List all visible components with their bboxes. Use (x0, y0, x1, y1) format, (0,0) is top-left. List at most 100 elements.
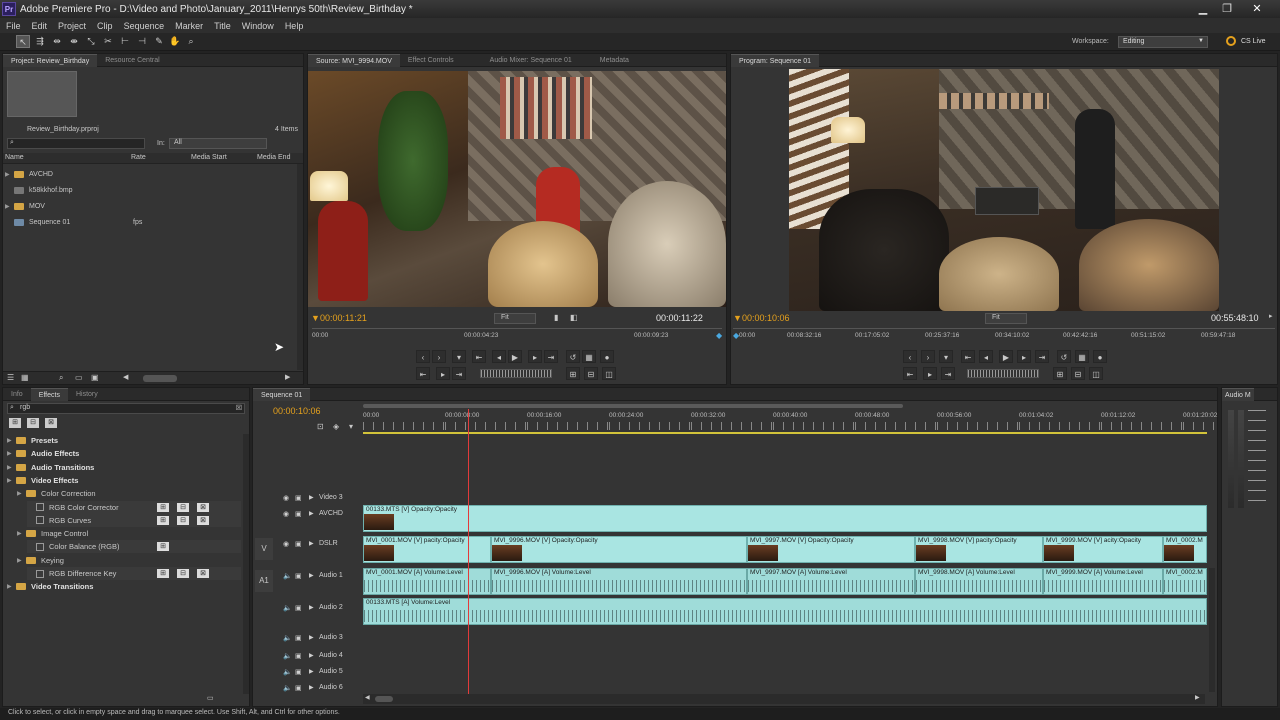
tab-resource-central[interactable]: Resource Central (97, 54, 167, 67)
col-media-start[interactable]: Media Start (191, 154, 227, 161)
source-export-icon[interactable]: ◧ (570, 313, 578, 322)
source-video-frame[interactable] (308, 71, 726, 307)
minimize-icon[interactable]: ▁ (1192, 2, 1214, 16)
program-playhead-icon[interactable]: ◆ (733, 331, 739, 340)
jog-shuttle[interactable] (967, 369, 1039, 378)
lock-icon[interactable]: ▣ (295, 668, 309, 676)
step-back-button[interactable]: ◂ (979, 350, 993, 363)
razor-tool-icon[interactable]: ✂ (101, 35, 115, 48)
new-bin-icon[interactable]: ▭ (75, 373, 83, 382)
expand-triangle-icon[interactable]: ▶ (309, 494, 319, 501)
program-settings-icon[interactable]: ▸ (1269, 312, 1273, 320)
menu-project[interactable]: Project (58, 21, 86, 31)
project-search-input[interactable]: ⌕ (7, 138, 145, 149)
output-button[interactable]: ● (600, 350, 614, 363)
scroll-right-icon[interactable]: ▶ (1195, 694, 1200, 701)
track-header[interactable]: 🔈 ▣ ▶ Audio 2 (283, 600, 367, 615)
mark-in-button[interactable]: ‹ (416, 350, 430, 363)
timeline-clip[interactable]: MVI_0001.MOV [V] pacity:Opacity (363, 536, 491, 563)
rate-stretch-tool-icon[interactable]: ⤡ (84, 35, 98, 48)
source-settings-icon[interactable]: ▮ (554, 313, 558, 322)
tab-source[interactable]: Source: MVI_9994.MOV (308, 53, 400, 67)
timeline-clip[interactable]: MVI_0002.M (1163, 536, 1207, 563)
zoom-tool-icon[interactable]: ⌕ (184, 35, 198, 48)
new-item-icon[interactable]: ▣ (91, 373, 99, 382)
accelerated-effects-icon[interactable]: ⊞ (9, 418, 21, 428)
eye-icon[interactable]: 🔈 (283, 668, 295, 676)
source-time-ruler[interactable]: 00:00 00:00:04:23 00:00:09:23 ◆ (312, 328, 722, 344)
scroll-right-icon[interactable]: ▶ (285, 373, 290, 381)
track-header[interactable]: ◉ ▣ ▶ DSLR (283, 536, 367, 551)
effects-tree-item[interactable]: ▶ Color Correction (17, 487, 241, 500)
lock-icon[interactable]: ▣ (295, 540, 309, 548)
set-marker-button[interactable]: ▾ (452, 350, 466, 363)
clear-search-icon[interactable]: ☒ (236, 404, 242, 412)
video-target-label[interactable]: V (255, 538, 273, 560)
effects-tree-item[interactable]: ▶ Audio Transitions (7, 461, 241, 474)
project-scrollbar[interactable] (297, 164, 303, 370)
ripple-edit-tool-icon[interactable]: ⇹ (50, 35, 64, 48)
menu-edit[interactable]: Edit (32, 21, 48, 31)
timeline-timecode[interactable]: 00:00:10:06 (273, 406, 321, 416)
extract-button[interactable]: ⊟ (1071, 367, 1085, 380)
tab-project[interactable]: Project: Review_Birthday (3, 53, 98, 67)
track-header[interactable]: 🔈 ▣ ▶ Audio 3 (283, 630, 367, 645)
eye-icon[interactable]: 🔈 (283, 684, 295, 692)
timeline-clip[interactable]: MVI_9997.MOV [V] Opacity:Opacity (747, 536, 915, 563)
expand-triangle-icon[interactable]: ▶ (17, 490, 26, 497)
jog-shuttle[interactable] (480, 369, 552, 378)
lock-icon[interactable]: ▣ (295, 634, 309, 642)
tab-effect-controls[interactable]: Effect Controls (400, 54, 462, 67)
timeline-clip[interactable]: MVI_9999.MOV [V] acity:Opacity (1043, 536, 1163, 563)
effects-tree-item[interactable]: ▶ Image Control (17, 527, 241, 540)
list-item[interactable]: ▶ AVCHD (5, 168, 53, 180)
play-in-to-out-button[interactable]: ▸ (436, 367, 450, 380)
pen-tool-icon[interactable]: ✎ (152, 35, 166, 48)
menu-help[interactable]: Help (285, 21, 304, 31)
tab-program[interactable]: Program: Sequence 01 (731, 53, 819, 67)
track-header[interactable]: 🔈 ▣ ▶ Audio 6 (283, 680, 367, 695)
expand-triangle-icon[interactable]: ▶ (7, 450, 16, 457)
menu-window[interactable]: Window (242, 21, 274, 31)
expand-triangle-icon[interactable]: ▶ (7, 583, 16, 590)
col-rate[interactable]: Rate (131, 154, 146, 161)
menu-marker[interactable]: Marker (175, 21, 203, 31)
menu-file[interactable]: File (6, 21, 21, 31)
list-view-icon[interactable]: ☰ (7, 373, 14, 382)
step-back-button[interactable]: ◂ (492, 350, 506, 363)
expand-triangle-icon[interactable]: ▶ (309, 684, 319, 691)
safe-margins-button[interactable]: ▦ (582, 350, 596, 363)
slide-tool-icon[interactable]: ⊣ (135, 35, 149, 48)
expand-triangle-icon[interactable]: ▶ (309, 572, 319, 579)
go-to-out-button[interactable]: ⇥ (1035, 350, 1049, 363)
col-name[interactable]: Name (5, 154, 24, 161)
timeline-ruler[interactable]: 00:00 00:00:08:00 00:00:16:00 00:00:24:00 00… (363, 404, 1265, 436)
col-media-end[interactable]: Media End (257, 154, 290, 161)
effects-tree-item[interactable]: ▶ Presets (7, 434, 241, 447)
track-header[interactable]: 🔈 ▣ ▶ Audio 1 (283, 568, 367, 583)
go-to-previous-button[interactable]: ⇤ (416, 367, 430, 380)
tab-metadata[interactable]: Metadata (592, 54, 637, 67)
timeline-clip[interactable]: MVI_0002.M (1163, 568, 1207, 595)
eye-icon[interactable]: 🔈 (283, 604, 295, 612)
lift-button[interactable]: ⊞ (1053, 367, 1067, 380)
timeline-clip[interactable]: MVI_9998.MOV [A] Volume:Level (915, 568, 1043, 595)
rolling-edit-tool-icon[interactable]: ⇼ (67, 35, 81, 48)
source-fit-dropdown[interactable]: Fit (494, 313, 536, 324)
expand-triangle-icon[interactable]: ▶ (7, 477, 16, 484)
mark-in-button[interactable]: ‹ (903, 350, 917, 363)
eye-icon[interactable]: 🔈 (283, 634, 295, 642)
lock-icon[interactable]: ▣ (295, 652, 309, 660)
track-header[interactable]: 🔈 ▣ ▶ Audio 5 (283, 664, 367, 679)
track-header[interactable]: 🔈 ▣ ▶ Audio 4 (283, 648, 367, 663)
find-icon[interactable]: ⌕ (59, 373, 63, 383)
play-button[interactable]: ▶ (999, 350, 1013, 363)
timeline-hscroll-thumb[interactable] (375, 696, 393, 702)
timeline-clip[interactable]: MVI_9997.MOV [A] Volume:Level (747, 568, 915, 595)
effects-tree-item[interactable]: ▶ Keying (17, 554, 241, 567)
expand-triangle-icon[interactable]: ▶ (309, 510, 319, 517)
menu-sequence[interactable]: Sequence (124, 21, 165, 31)
program-current-timecode[interactable]: 00:00:10:06 (742, 313, 790, 323)
track-select-tool-icon[interactable]: ⇶ (33, 35, 47, 48)
timeline-playhead[interactable] (468, 409, 469, 699)
